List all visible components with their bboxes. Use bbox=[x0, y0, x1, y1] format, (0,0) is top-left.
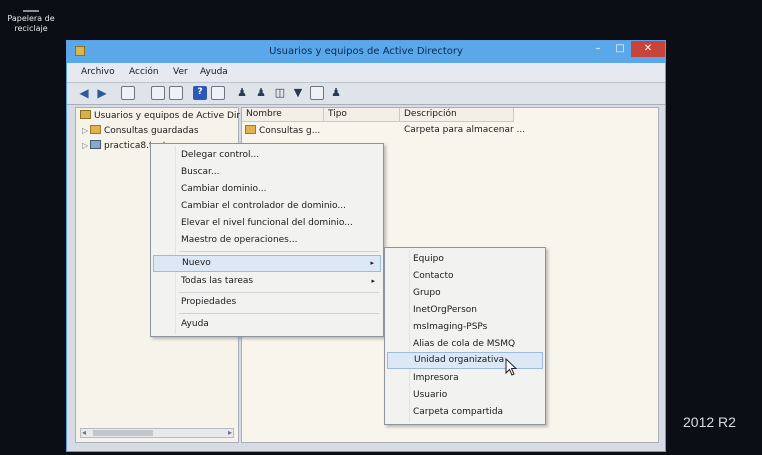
recycle-bin-desktop-icon[interactable]: Papelera de reciclaje bbox=[2, 0, 60, 34]
submenu-item-impresora[interactable]: Impresora bbox=[387, 370, 543, 387]
recycle-bin-icon bbox=[23, 0, 39, 12]
tree-horizontal-scrollbar[interactable]: ◂ ▸ bbox=[80, 428, 234, 438]
domain-icon bbox=[90, 140, 101, 149]
submenu-nuevo: Equipo Contacto Grupo InetOrgPerson msIm… bbox=[384, 247, 546, 425]
back-arrow-icon[interactable]: ◀ bbox=[77, 86, 91, 100]
menu-item-elevar-nivel[interactable]: Elevar el nivel funcional del dominio... bbox=[153, 215, 381, 232]
submenu-item-equipo[interactable]: Equipo bbox=[387, 251, 543, 268]
add-to-group-icon[interactable]: ♟ bbox=[329, 86, 343, 100]
tree-root[interactable]: Usuarios y equipos de Active Dir bbox=[80, 110, 240, 123]
menu-archivo[interactable]: Archivo bbox=[81, 67, 115, 77]
menu-ayuda[interactable]: Ayuda bbox=[200, 67, 228, 77]
menu-item-buscar[interactable]: Buscar... bbox=[153, 164, 381, 181]
window-title: Usuarios y equipos de Active Directory bbox=[269, 46, 463, 57]
tree-root-label: Usuarios y equipos de Active Dir bbox=[94, 111, 241, 121]
column-header-tipo[interactable]: Tipo bbox=[324, 108, 400, 122]
toolbar: ◀ ▶ ? ♟ ♟ ◫ ▼ ♟ bbox=[67, 83, 665, 105]
close-button[interactable]: ✕ bbox=[631, 41, 665, 57]
recycle-bin-label: Papelera de reciclaje bbox=[7, 14, 55, 33]
menu-item-propiedades[interactable]: Propiedades bbox=[153, 294, 381, 311]
submenu-item-contacto[interactable]: Contacto bbox=[387, 268, 543, 285]
list-row-name-text: Consultas g... bbox=[259, 126, 321, 136]
menu-item-cambiar-controlador[interactable]: Cambiar el controlador de dominio... bbox=[153, 198, 381, 215]
submenu-arrow-icon: ▸ bbox=[370, 259, 374, 267]
add-user-icon[interactable]: ♟ bbox=[235, 86, 249, 100]
properties-icon[interactable] bbox=[151, 86, 165, 100]
submenu-item-grupo[interactable]: Grupo bbox=[387, 285, 543, 302]
menu-separator bbox=[179, 313, 379, 314]
menu-accion[interactable]: Acción bbox=[129, 67, 159, 77]
submenu-item-msimaging-psps[interactable]: msImaging-PSPs bbox=[387, 319, 543, 336]
forward-arrow-icon[interactable]: ▶ bbox=[95, 86, 109, 100]
aduc-root-icon bbox=[80, 110, 91, 119]
menu-item-cambiar-dominio[interactable]: Cambiar dominio... bbox=[153, 181, 381, 198]
view-icon[interactable] bbox=[211, 86, 225, 100]
find-icon[interactable] bbox=[310, 86, 324, 100]
title-bar[interactable]: Usuarios y equipos de Active Directory –… bbox=[67, 41, 665, 63]
scroll-left-icon[interactable]: ◂ bbox=[82, 428, 86, 437]
menu-separator bbox=[179, 251, 379, 252]
add-ou-icon[interactable]: ◫ bbox=[273, 86, 287, 100]
menu-item-todas-las-tareas[interactable]: Todas las tareas ▸ bbox=[153, 273, 381, 290]
menu-item-maestro-operaciones[interactable]: Maestro de operaciones... bbox=[153, 232, 381, 249]
submenu-item-unidad-organizativa[interactable]: Unidad organizativa bbox=[387, 352, 543, 369]
maximize-button[interactable]: □ bbox=[609, 41, 631, 57]
list-row-name[interactable]: Consultas g... bbox=[245, 125, 320, 136]
minimize-button[interactable]: – bbox=[587, 41, 609, 57]
menu-item-nuevo-label: Nuevo bbox=[182, 258, 211, 268]
folder-icon bbox=[90, 125, 101, 134]
menu-item-nuevo[interactable]: Nuevo ▸ bbox=[153, 255, 381, 272]
submenu-item-alias-msmq[interactable]: Alias de cola de MSMQ bbox=[387, 336, 543, 353]
os-version-watermark: 2012 R2 bbox=[683, 414, 736, 430]
column-header-descripcion[interactable]: Descripción bbox=[400, 108, 514, 122]
column-header-nombre[interactable]: Nombre bbox=[242, 108, 324, 122]
context-menu: Delegar control... Buscar... Cambiar dom… bbox=[150, 143, 384, 337]
export-icon[interactable] bbox=[169, 86, 183, 100]
mouse-pointer-icon bbox=[505, 358, 517, 376]
expand-arrow-icon[interactable]: ▷ bbox=[82, 139, 90, 152]
scrollbar-thumb[interactable] bbox=[93, 430, 153, 436]
list-row-description: Carpeta para almacenar ... bbox=[404, 125, 526, 135]
expand-arrow-icon[interactable]: ▷ bbox=[82, 124, 90, 137]
menu-ver[interactable]: Ver bbox=[173, 67, 188, 77]
tree-item-label: Consultas guardadas bbox=[104, 126, 199, 136]
menu-item-delegar-control[interactable]: Delegar control... bbox=[153, 147, 381, 164]
menu-bar: Archivo Acción Ver Ayuda bbox=[67, 63, 665, 83]
menu-item-ayuda[interactable]: Ayuda bbox=[153, 316, 381, 333]
menu-separator bbox=[179, 292, 379, 293]
submenu-arrow-icon: ▸ bbox=[371, 277, 375, 285]
help-icon[interactable]: ? bbox=[193, 86, 207, 100]
tree-item-consultas-guardadas[interactable]: ▷ Consultas guardadas bbox=[82, 124, 199, 137]
console-tree-icon[interactable] bbox=[121, 86, 135, 100]
submenu-item-usuario[interactable]: Usuario bbox=[387, 387, 543, 404]
filter-icon[interactable]: ▼ bbox=[291, 86, 305, 100]
submenu-item-inetorgperson[interactable]: InetOrgPerson bbox=[387, 302, 543, 319]
submenu-item-carpeta-compartida[interactable]: Carpeta compartida bbox=[387, 404, 543, 421]
menu-item-todas-label: Todas las tareas bbox=[181, 276, 254, 286]
scroll-right-icon[interactable]: ▸ bbox=[228, 428, 232, 437]
add-group-icon[interactable]: ♟ bbox=[254, 86, 268, 100]
folder-icon bbox=[245, 125, 256, 134]
